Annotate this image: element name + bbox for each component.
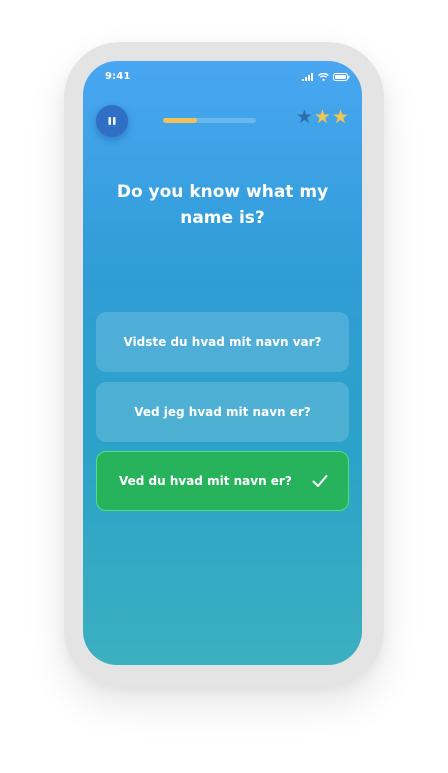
status-icons: [302, 72, 350, 82]
wifi-icon: [318, 73, 329, 81]
answer-option-label: Vidste du hvad mit navn var?: [123, 335, 322, 349]
star-rating: ★ ★ ★: [296, 108, 349, 127]
answer-option-2[interactable]: Ved jeg hvad mit navn er?: [96, 382, 349, 442]
progress-fill: [163, 118, 198, 123]
status-bar: 9:41: [83, 61, 362, 93]
star-filled-icon: ★: [313, 106, 331, 128]
answer-option-1[interactable]: Vidste du hvad mit navn var?: [96, 312, 349, 372]
answer-option-3-correct[interactable]: Ved du hvad mit navn er?: [96, 451, 349, 511]
device-mockup: 9:41 ★ ★ ★ Do you know what my name is? …: [0, 0, 448, 773]
status-time: 9:41: [105, 71, 131, 82]
pause-button[interactable]: [96, 105, 128, 137]
star-filled-icon: ★: [331, 106, 349, 128]
signal-icon: [302, 73, 313, 81]
answer-option-label: Ved jeg hvad mit navn er?: [134, 405, 311, 419]
app-screen: 9:41 ★ ★ ★ Do you know what my name is? …: [83, 61, 362, 665]
star-empty-icon: ★: [295, 106, 313, 128]
pause-icon: [108, 117, 116, 125]
question-text: Do you know what my name is?: [116, 182, 329, 228]
progress-bar: [163, 118, 256, 123]
battery-icon: [333, 73, 350, 81]
answer-option-label: Ved du hvad mit navn er?: [119, 474, 292, 488]
checkmark-icon: [312, 475, 328, 487]
